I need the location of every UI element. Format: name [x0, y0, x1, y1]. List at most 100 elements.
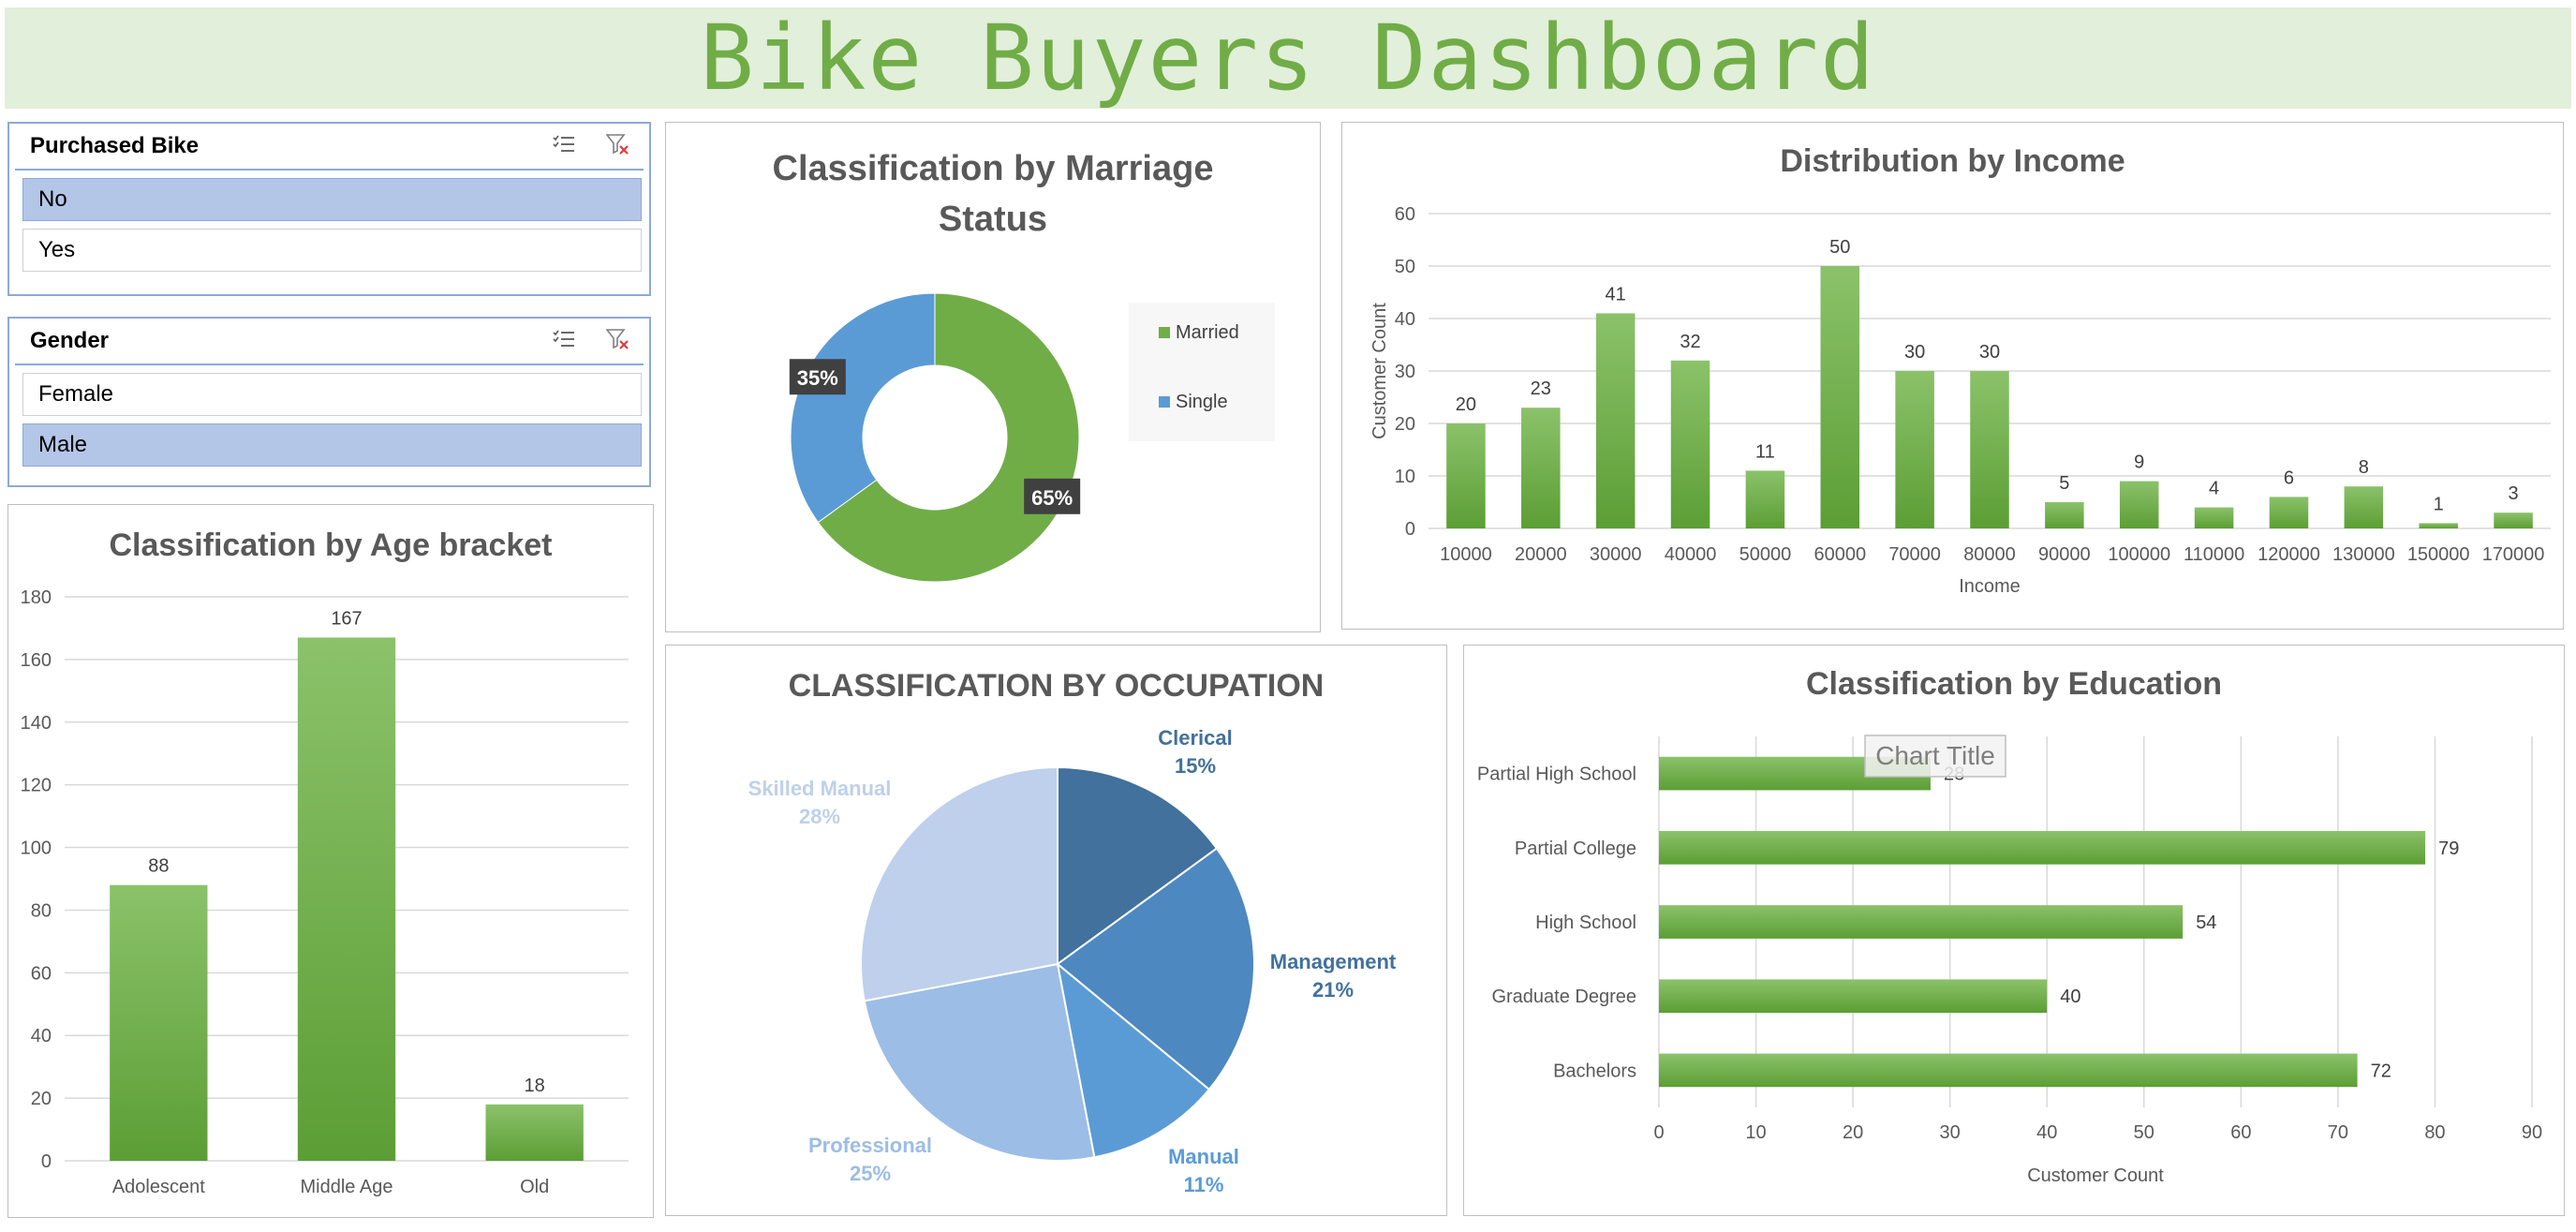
y-tick-label: Graduate Degree [1491, 987, 1636, 1007]
multi-select-icon[interactable] [552, 134, 576, 159]
data-label: 4 [2209, 479, 2219, 499]
y-tick-label: 60 [1395, 204, 1415, 225]
y-tick-label: 180 [21, 587, 52, 608]
slice-percent-label: 11% [1184, 1173, 1224, 1196]
marriage-donut-svg: 65% 35% Married Single [789, 292, 1275, 583]
slicer-item-no[interactable]: No [22, 178, 642, 221]
slice-category-label: Professional [808, 1134, 932, 1157]
data-label: 72 [2371, 1061, 2391, 1081]
x-tick-label: 50 [2134, 1122, 2154, 1143]
data-label: 65% [1031, 486, 1073, 510]
slicer-item-female[interactable]: Female [22, 373, 642, 416]
multi-select-icon[interactable] [552, 329, 576, 354]
data-label: 3 [2509, 483, 2519, 504]
slicer-header: Purchased Bike [15, 124, 644, 171]
data-label: 5 [2059, 473, 2069, 494]
data-label: 11 [1755, 441, 1775, 462]
bar [2494, 512, 2533, 528]
occupation-chart[interactable]: CLASSIFICATION BY OCCUPATION Clerical 15%… [665, 645, 1447, 1216]
legend-swatch [1159, 327, 1170, 338]
marriage-status-chart[interactable]: Classification by Marriage Status 65% 35%… [665, 122, 1321, 632]
y-tick-label: 120 [21, 776, 52, 796]
data-label: 40 [2060, 987, 2080, 1007]
dashboard-title: Bike Buyers Dashboard [700, 6, 1876, 111]
slicer-items: No Yes [9, 178, 649, 272]
y-tick-label: 0 [1405, 519, 1415, 540]
dashboard-banner: Bike Buyers Dashboard [5, 7, 2571, 109]
data-label: 8 [2359, 457, 2369, 478]
bar [1595, 313, 1636, 528]
x-tick-label: 90 [2522, 1122, 2542, 1143]
bar [1670, 360, 1710, 528]
x-tick-label: 130000 [2332, 544, 2395, 565]
x-tick-label: 10 [1745, 1122, 1766, 1143]
occupation-pie-svg: Clerical 15% Management 21% Manual 11% Profess… [748, 726, 1397, 1196]
legend-label: Married [1176, 322, 1239, 343]
bar [2194, 507, 2234, 528]
bar [1820, 266, 1860, 528]
x-axis-title: Customer Count [2027, 1165, 2164, 1186]
y-tick-label: 40 [1395, 309, 1415, 330]
x-tick-label: 30000 [1590, 544, 1642, 565]
slicer-item-yes[interactable]: Yes [22, 229, 642, 272]
bar [297, 637, 396, 1161]
y-tick-label: 160 [21, 650, 52, 671]
bar [2344, 486, 2384, 528]
legend-label: Single [1176, 392, 1228, 412]
bar [1659, 979, 2048, 1014]
y-axis-title: Customer Count [1369, 303, 1390, 439]
donut-slice [790, 292, 936, 524]
bar [1659, 830, 2426, 865]
data-label: 20 [1456, 394, 1476, 415]
data-label: 79 [2438, 839, 2459, 859]
bar [485, 1104, 584, 1161]
bar [1446, 423, 1486, 528]
pie-slice [860, 765, 1059, 1002]
y-tick-label: 20 [31, 1089, 52, 1109]
chart-title-placeholder: Chart Title [1875, 741, 1995, 770]
data-label: 6 [2284, 468, 2294, 488]
y-tick-label: 40 [31, 1026, 52, 1046]
y-tick-label: High School [1535, 913, 1636, 933]
bar [1659, 1053, 2358, 1088]
x-tick-label: 70000 [1888, 544, 1941, 565]
income-chart[interactable]: Distribution by Income 0 10 20 30 40 50 60 20 10… [1341, 122, 2564, 630]
data-label: 30 [1979, 342, 2000, 363]
clear-filter-icon[interactable] [605, 133, 630, 160]
y-tick-label: 60 [31, 963, 52, 984]
y-tick-label: 0 [41, 1151, 52, 1172]
bar [110, 884, 208, 1161]
x-tick-label: 30 [1940, 1122, 1961, 1143]
slicer-item-male[interactable]: Male [22, 423, 642, 467]
x-tick-label: 40 [2036, 1122, 2057, 1143]
slice-category-label: Skilled Manual [748, 777, 892, 800]
x-tick-label: 70 [2328, 1122, 2348, 1143]
clear-filter-icon[interactable] [605, 328, 630, 355]
x-tick-label: 40000 [1665, 544, 1717, 565]
x-axis-title: Income [1959, 576, 2021, 597]
bar [2269, 497, 2309, 528]
slice-category-label: Clerical [1158, 726, 1233, 750]
slicer-title: Gender [30, 328, 110, 353]
slicer-items: Female Male [9, 373, 649, 467]
data-label: 18 [525, 1076, 545, 1096]
purchased-bike-slicer: Purchased Bike No Yes [7, 122, 651, 296]
bar [1745, 470, 1785, 528]
slice-percent-label: 21% [1312, 978, 1354, 1002]
bar [2045, 502, 2084, 528]
x-tick-label: 120000 [2258, 544, 2320, 565]
x-tick-label: 50000 [1740, 544, 1792, 565]
x-tick-label: 150000 [2407, 544, 2470, 565]
data-label: 54 [2196, 913, 2216, 933]
age-bracket-chart[interactable]: Classification by Age bracket 0 20 40 60 80 1… [7, 504, 654, 1218]
x-tick-label: 60 [2230, 1122, 2251, 1143]
data-label: 41 [1606, 284, 1626, 304]
x-tick-label: 170000 [2482, 544, 2545, 565]
y-tick-label: 100 [21, 839, 52, 859]
age-bars-svg: 0 20 40 60 80 100 120 140 160 180 88 Adolescent 167 M… [21, 587, 629, 1197]
education-chart[interactable]: Classification by Education 0 10 20 30 40 50 6… [1463, 645, 2565, 1216]
data-label: 167 [331, 608, 362, 629]
y-tick-label: 10 [1395, 467, 1415, 487]
data-label: 50 [1829, 237, 1850, 258]
bar [2119, 481, 2159, 528]
